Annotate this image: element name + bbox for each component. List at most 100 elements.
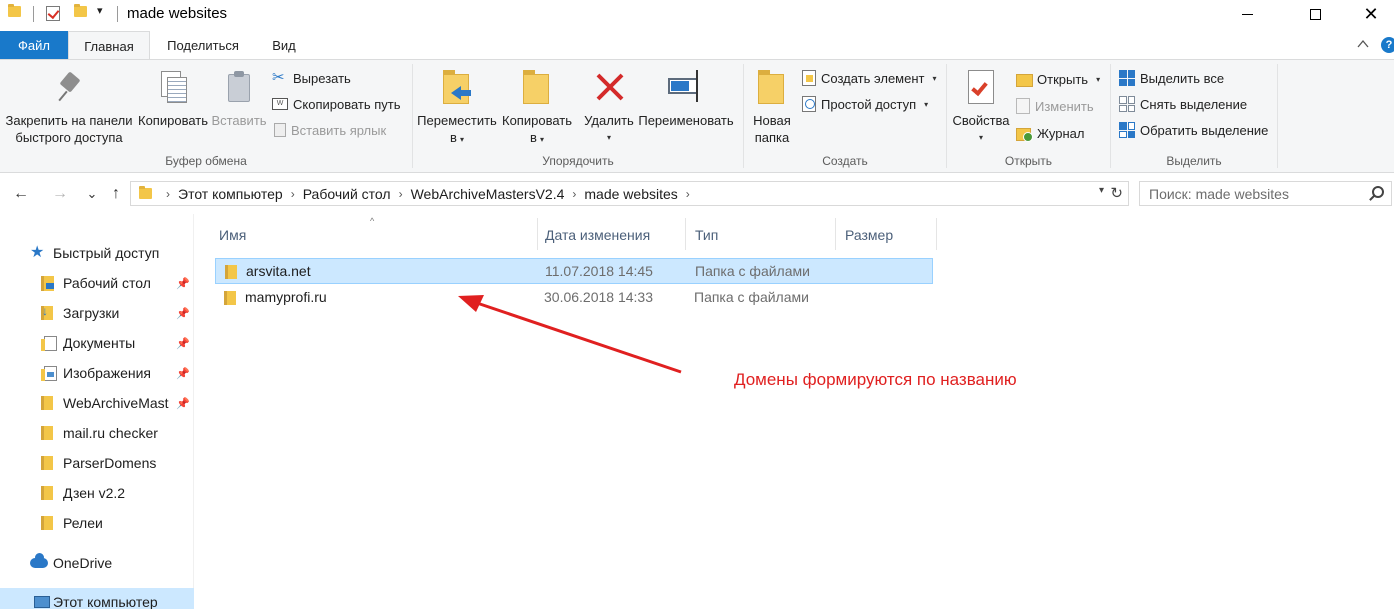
sidebar-item-label: OneDrive — [53, 555, 113, 571]
column-divider[interactable] — [537, 218, 538, 250]
properties-button[interactable]: Свойства ▾ — [950, 68, 1012, 146]
folder-icon — [41, 456, 53, 470]
pin-icon[interactable]: 📌 — [176, 367, 190, 380]
paste-button[interactable]: Вставить — [210, 68, 268, 129]
copy-path-button[interactable]: W Скопировать путь — [272, 94, 401, 114]
move-to-label-text: в — [450, 130, 457, 145]
address-dropdown-chevron-icon[interactable]: ▾ — [1099, 185, 1104, 196]
sidebar-item-mailru-checker[interactable]: mail.ru checker — [0, 418, 194, 448]
pin-icon[interactable]: 📌 — [176, 397, 190, 410]
column-header-type[interactable]: Тип — [689, 222, 835, 248]
tab-home[interactable]: Главная — [68, 31, 150, 60]
up-button[interactable]: ↑ — [106, 184, 126, 204]
group-divider — [412, 64, 413, 168]
customize-toolbar-chevron-icon[interactable]: ▾ — [97, 4, 103, 17]
search-input[interactable] — [1149, 182, 1369, 205]
refresh-icon[interactable]: ↻ — [1110, 184, 1123, 202]
sidebar-item-desktop[interactable]: Рабочий стол 📌 — [0, 268, 194, 298]
sidebar-item-documents[interactable]: Документы 📌 — [0, 328, 194, 358]
cut-button[interactable]: ✂ Вырезать — [272, 68, 351, 88]
group-label-select: Выделить — [1166, 154, 1222, 168]
documents-folder-icon — [41, 335, 57, 351]
sidebar-item-label: Загрузки — [63, 305, 120, 321]
column-divider[interactable] — [685, 218, 686, 250]
copy-to-button[interactable]: Копировать в ▾ — [498, 68, 576, 148]
dropdown-arrow-icon: ▾ — [459, 135, 464, 144]
sidebar-item-relei[interactable]: Релеи — [0, 508, 194, 538]
group-label-organize: Упорядочить — [542, 154, 614, 168]
collapse-ribbon-chevron-icon[interactable] — [1357, 38, 1369, 50]
address-bar[interactable]: › Этот компьютер › Рабочий стол › WebArc… — [130, 181, 1129, 206]
help-icon[interactable]: ? — [1381, 37, 1394, 53]
pin-label-line1: Закрепить на панели — [5, 113, 133, 128]
search-icon[interactable] — [1372, 186, 1384, 198]
delete-button[interactable]: Удалить ▾ — [580, 68, 638, 146]
column-header-name[interactable]: Имя — [213, 222, 537, 248]
sidebar-item-pictures[interactable]: Изображения 📌 — [0, 358, 194, 388]
breadcrumb-made-websites[interactable]: made websites — [584, 186, 677, 202]
breadcrumb-desktop[interactable]: Рабочий стол — [303, 186, 391, 202]
sidebar-item-onedrive[interactable]: OneDrive — [0, 548, 194, 578]
tab-view[interactable]: Вид — [258, 31, 310, 59]
breadcrumb-separator-icon[interactable]: › — [399, 187, 403, 201]
annotation-text: Домены формируются по названию — [734, 370, 1017, 389]
paste-shortcut-button[interactable]: Вставить ярлык — [274, 120, 386, 140]
sidebar-item-downloads[interactable]: Загрузки 📌 — [0, 298, 194, 328]
maximize-button[interactable] — [1292, 0, 1338, 28]
column-header-date-modified[interactable]: Дата изменения — [539, 222, 685, 248]
window-title: made websites — [127, 5, 228, 22]
divider — [33, 6, 34, 22]
pin-icon[interactable]: 📌 — [176, 307, 190, 320]
move-to-button[interactable]: Переместить в ▾ — [416, 68, 498, 148]
breadcrumb-webarchive[interactable]: WebArchiveMastersV2.4 — [411, 186, 565, 202]
folder-icon — [224, 291, 236, 305]
search-box[interactable] — [1139, 181, 1392, 206]
copy-button[interactable]: Копировать — [136, 68, 210, 129]
up-arrow-icon: ↑ — [112, 185, 120, 202]
minimize-button[interactable] — [1224, 0, 1270, 28]
select-all-button[interactable]: Выделить все — [1119, 68, 1224, 88]
history-button[interactable]: Журнал — [1016, 123, 1084, 143]
sidebar-item-dzen[interactable]: Дзен v2.2 — [0, 478, 194, 508]
sidebar-item-parserdomens[interactable]: ParserDomens — [0, 448, 194, 478]
pin-icon[interactable]: 📌 — [176, 277, 190, 290]
file-row[interactable]: arsvita.net 11.07.2018 14:45 Папка с фай… — [215, 258, 933, 284]
scissors-icon: ✂ — [272, 69, 285, 86]
column-divider[interactable] — [835, 218, 836, 250]
column-divider[interactable] — [936, 218, 937, 250]
recent-locations-button[interactable]: ⌄ — [82, 184, 102, 204]
open-button[interactable]: Открыть ▾ — [1016, 69, 1100, 89]
easy-access-button[interactable]: Простой доступ ▾ — [802, 94, 928, 114]
edit-button[interactable]: Изменить — [1016, 96, 1094, 116]
sidebar-item-quick-access[interactable]: ★ Быстрый доступ — [0, 238, 194, 268]
sidebar-item-webarchive[interactable]: WebArchiveMast 📌 — [0, 388, 194, 418]
pin-icon[interactable]: 📌 — [176, 337, 190, 350]
invert-selection-button[interactable]: Обратить выделение — [1119, 120, 1268, 140]
properties-check-icon[interactable] — [46, 6, 60, 21]
breadcrumb-separator-icon[interactable]: › — [291, 187, 295, 201]
new-item-button[interactable]: Создать элемент ▾ — [802, 68, 937, 88]
forward-button[interactable]: → — [50, 184, 70, 204]
tab-file[interactable]: Файл — [0, 31, 68, 59]
breadcrumb-separator-icon[interactable]: › — [572, 187, 576, 201]
pin-quick-access-button[interactable]: Закрепить на панели быстрого доступа — [4, 70, 134, 146]
invert-selection-icon — [1119, 122, 1135, 138]
breadcrumb-separator-icon[interactable]: › — [686, 187, 690, 201]
column-header-size[interactable]: Размер — [839, 222, 935, 248]
pictures-folder-icon — [41, 365, 57, 381]
back-button[interactable]: ← — [11, 184, 31, 204]
close-button[interactable]: ✕ — [1348, 0, 1394, 28]
dropdown-arrow-icon: ▾ — [1096, 74, 1101, 84]
close-icon: ✕ — [1363, 4, 1379, 24]
rename-button[interactable]: Переименовать — [636, 68, 736, 129]
tab-share[interactable]: Поделиться — [153, 31, 253, 59]
group-label-clipboard: Буфер обмена — [165, 154, 247, 168]
file-row[interactable]: mamyprofi.ru 30.06.2018 14:33 Папка с фа… — [215, 285, 933, 311]
new-folder-icon[interactable] — [74, 4, 87, 17]
sidebar-item-this-pc[interactable]: Этот компьютер — [0, 588, 194, 609]
new-folder-button[interactable]: Новая папка — [748, 68, 796, 146]
group-label-open: Открыть — [1004, 154, 1053, 168]
select-none-button[interactable]: Снять выделение — [1119, 94, 1247, 114]
breadcrumb-this-pc[interactable]: Этот компьютер — [178, 186, 283, 202]
breadcrumb-separator-icon[interactable]: › — [166, 187, 170, 201]
